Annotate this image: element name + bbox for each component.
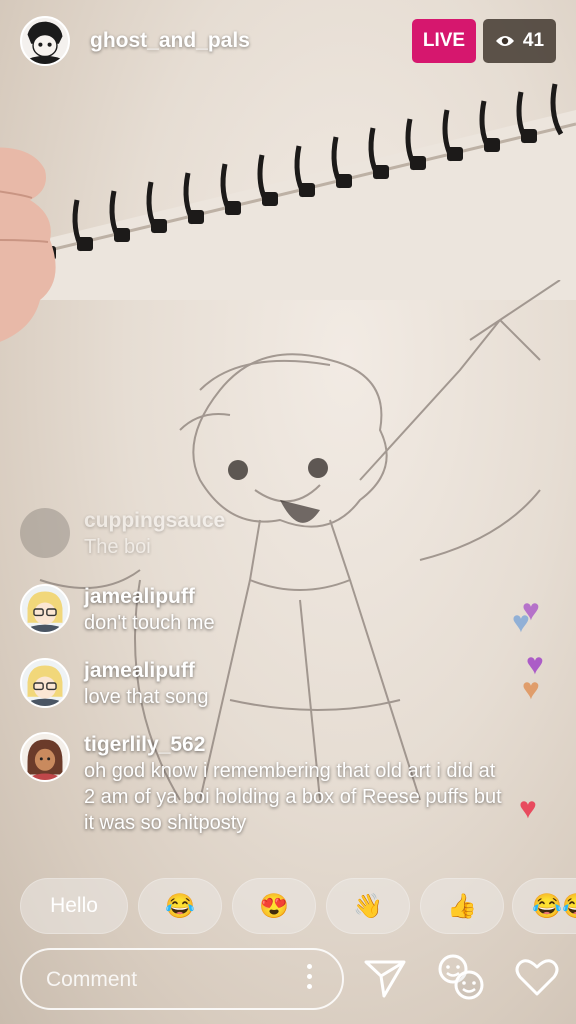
floating-heart-icon: ♥ bbox=[522, 673, 540, 706]
comment-username[interactable]: jamealipuff bbox=[84, 584, 504, 610]
floating-heart-icon: ♥ bbox=[512, 606, 530, 639]
comment-username[interactable]: tigerlily_562 bbox=[84, 732, 504, 758]
comment-item: jamealipuff love that song bbox=[20, 658, 504, 710]
comment-text: love that song bbox=[84, 686, 209, 708]
comment-text: The boi bbox=[84, 536, 151, 558]
quick-reply-hello[interactable]: Hello bbox=[20, 878, 128, 934]
heart-icon[interactable] bbox=[512, 952, 562, 1002]
more-vertical-icon[interactable] bbox=[302, 964, 316, 994]
eye-icon bbox=[495, 36, 514, 46]
comment-item: jamealipuff don't touch me bbox=[20, 584, 504, 636]
comment-item: tigerlily_562 oh god know i remembering … bbox=[20, 732, 504, 836]
comment-input[interactable] bbox=[44, 950, 298, 1010]
send-icon[interactable] bbox=[360, 952, 410, 1002]
comment-text: oh god know i remembering that old art i… bbox=[84, 760, 502, 834]
viewer-count-badge[interactable]: 41 bbox=[483, 19, 556, 63]
quick-reply-laugh[interactable]: 😂 bbox=[138, 878, 222, 934]
host-username[interactable]: ghost_and_pals bbox=[90, 29, 250, 53]
quick-reply-wave[interactable]: 👋 bbox=[326, 878, 410, 934]
comment-username[interactable]: cuppingsauce bbox=[84, 508, 504, 534]
comment-item: cuppingsauce The boi bbox=[20, 508, 504, 560]
quick-reply-thumbs-up[interactable]: 👍 bbox=[420, 878, 504, 934]
comment-username[interactable]: jamealipuff bbox=[84, 658, 504, 684]
comment-text: don't touch me bbox=[84, 612, 215, 634]
face-filter-icon[interactable] bbox=[436, 952, 486, 1002]
viewer-count: 41 bbox=[522, 30, 545, 51]
quick-reply-double-laugh[interactable]: 😂😂 bbox=[512, 878, 576, 934]
quick-reply-heart-eyes[interactable]: 😍 bbox=[232, 878, 316, 934]
commenter-avatar[interactable] bbox=[20, 658, 70, 708]
commenter-avatar[interactable] bbox=[20, 508, 70, 558]
live-badge: LIVE bbox=[412, 19, 476, 63]
floating-heart-icon: ♥ bbox=[519, 792, 537, 825]
quick-reply-bar: Hello 😂 😍 👋 👍 😂😂 bbox=[20, 878, 576, 934]
comment-composer[interactable] bbox=[20, 948, 344, 1010]
commenter-avatar[interactable] bbox=[20, 732, 70, 782]
commenter-avatar[interactable] bbox=[20, 584, 70, 634]
live-header: ghost_and_pals LIVE 41 bbox=[20, 16, 556, 68]
host-avatar[interactable] bbox=[20, 16, 70, 66]
